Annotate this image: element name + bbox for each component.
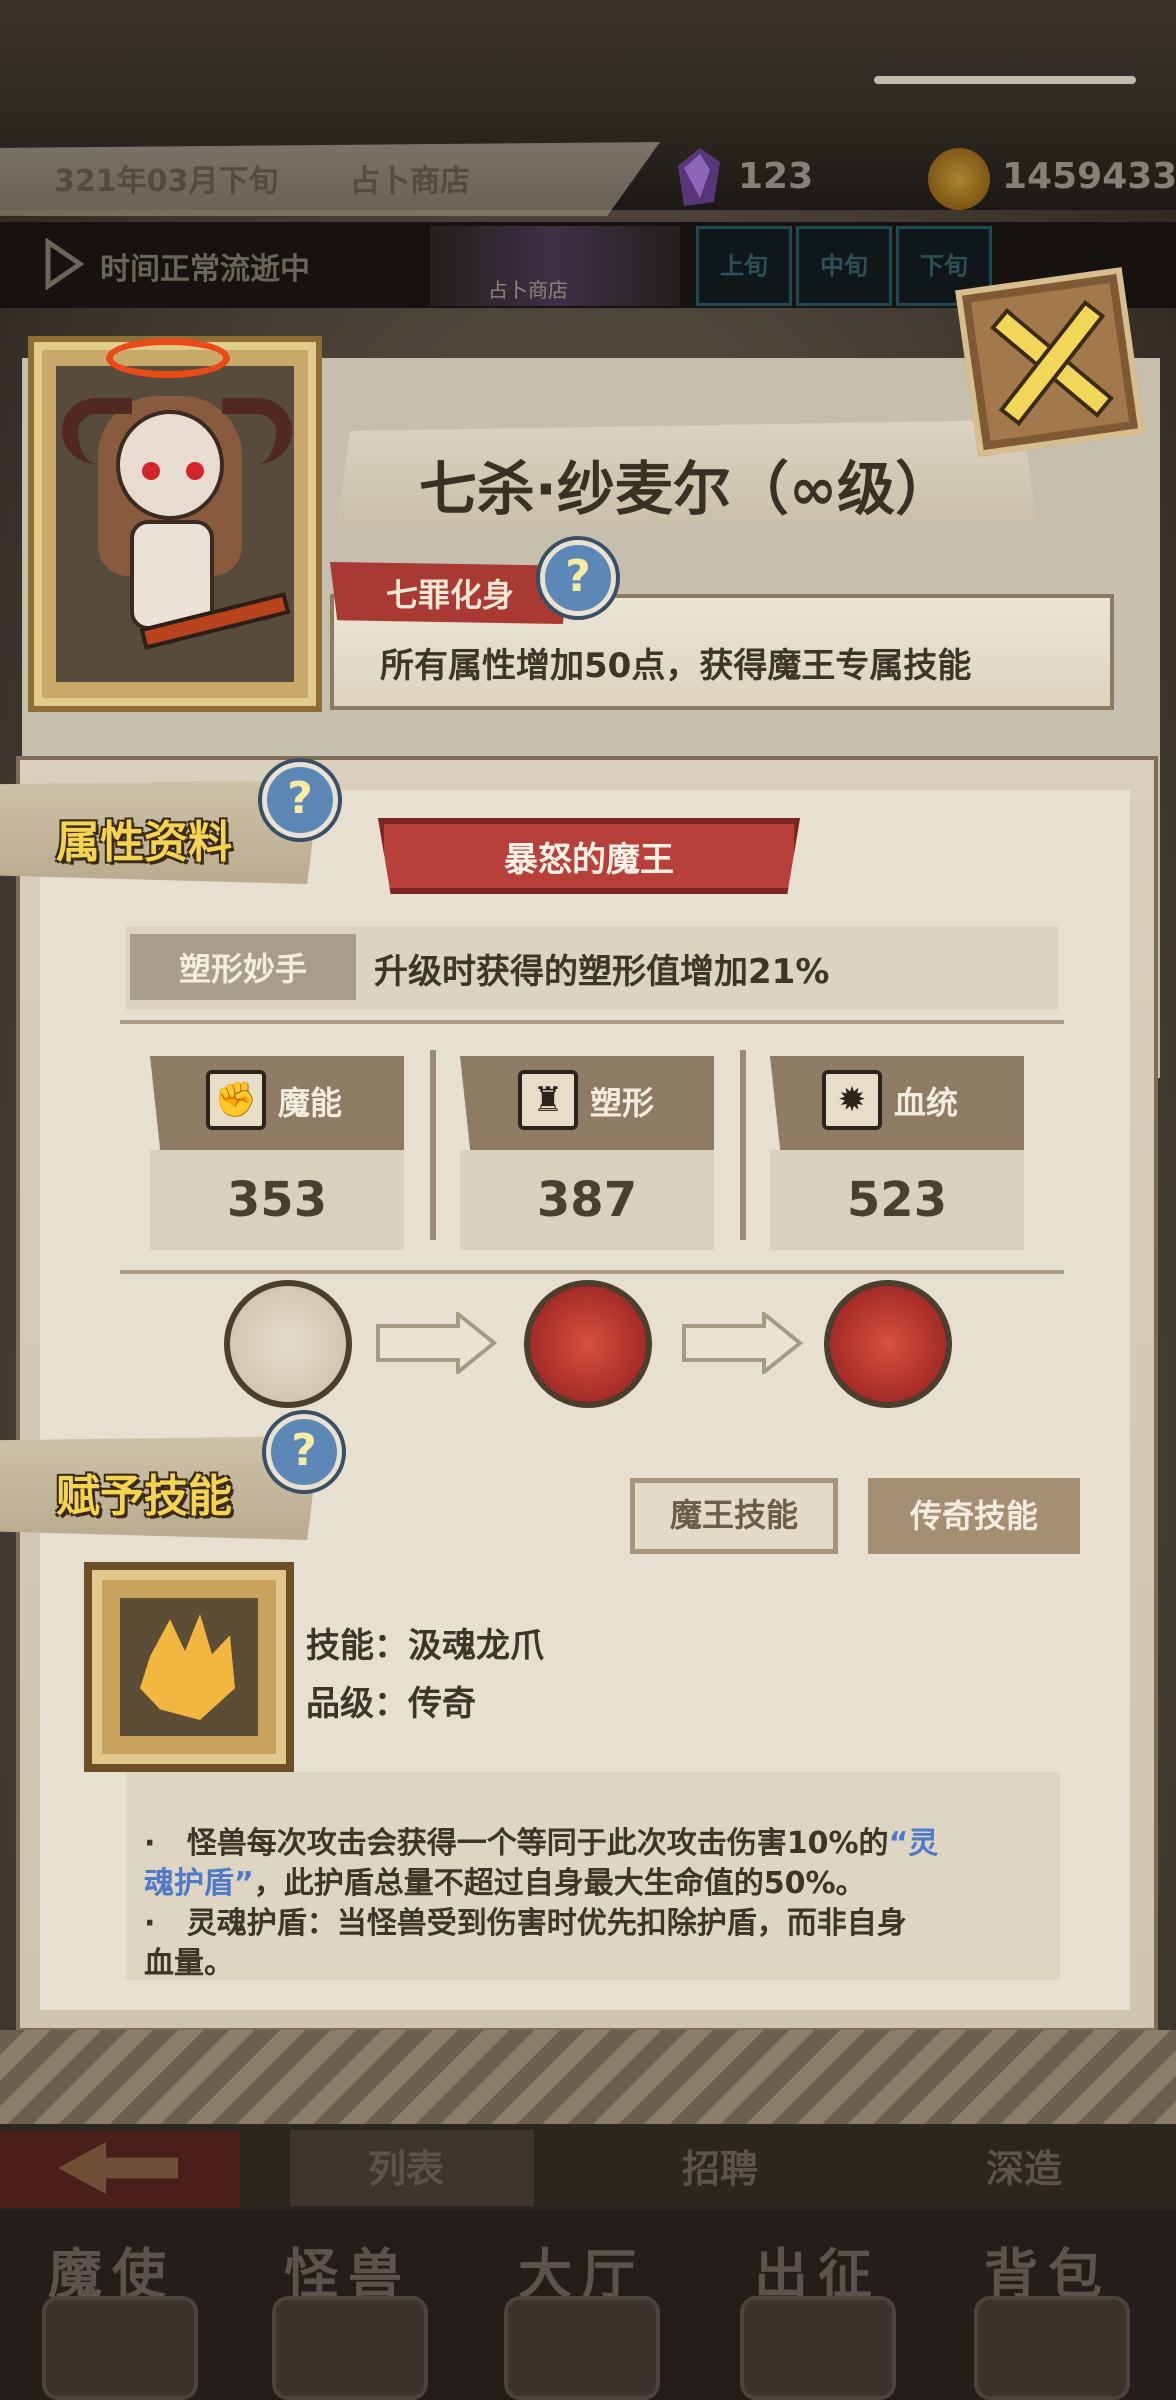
- bullet: ·: [144, 1826, 156, 1861]
- muscle-body-icon: ♜: [518, 1070, 578, 1130]
- desc-text: 灵魂护盾：当怪兽受到伤害时优先扣除护盾，而非自身: [186, 1906, 907, 1941]
- magic-fist-icon: ✊: [206, 1070, 266, 1130]
- right-horn: [222, 398, 292, 464]
- sin-tag-label: 七罪化身: [385, 576, 514, 614]
- skill-desc-line-4: 血量。: [144, 1938, 234, 1982]
- trait-description: 升级时获得的塑形值增加21%: [374, 952, 830, 992]
- stat-divider: [430, 1050, 436, 1240]
- time-status-text: 时间正常流逝中: [100, 252, 310, 287]
- trait-tag-label: 塑形妙手: [178, 950, 307, 988]
- status-indicator-line: [874, 76, 1136, 84]
- red-demon-face-icon[interactable]: [824, 1280, 952, 1408]
- current-location: 占卜商店: [350, 164, 470, 199]
- character-name: 七杀·纱麦尔（∞级）: [418, 455, 954, 523]
- hooded-figure-icon[interactable]: [224, 1280, 352, 1408]
- sin-help-icon[interactable]: ?: [540, 540, 616, 616]
- soul-shield-highlight: 魂护盾”: [144, 1866, 254, 1901]
- desc-text: 血量。: [144, 1946, 234, 1981]
- period-early-button[interactable]: 上旬: [696, 226, 792, 306]
- skull-icon[interactable]: [42, 2296, 198, 2400]
- monster-face-icon[interactable]: [272, 2296, 428, 2400]
- stat-label-bloodline: 血统: [894, 1084, 959, 1122]
- right-eye: [186, 462, 204, 480]
- stat-value-magic: 353: [226, 1172, 328, 1228]
- soul-shield-highlight: “灵: [888, 1826, 939, 1861]
- period-mid-button[interactable]: 中旬: [796, 226, 892, 306]
- crystal-icon: [678, 148, 720, 206]
- attributes-help-icon[interactable]: ?: [262, 762, 338, 838]
- stat-divider: [740, 1050, 746, 1240]
- subnav-list[interactable]: 列表: [368, 2138, 444, 2193]
- stat-label-shape: 塑形: [590, 1084, 655, 1122]
- subnav-recruit[interactable]: 招聘: [682, 2138, 758, 2193]
- shop-thumbnail-label: 占卜商店: [488, 278, 568, 302]
- skill-desc-line-3: · 灵魂护盾：当怪兽受到伤害时优先扣除护盾，而非自身: [144, 1898, 907, 1942]
- coin-count: 1459433: [1002, 156, 1176, 197]
- beast-icon[interactable]: [740, 2296, 896, 2400]
- left-eye: [142, 462, 160, 480]
- evolution-arrow-icon: [682, 1312, 804, 1374]
- crystal-count: 123: [738, 156, 814, 197]
- hall-icon[interactable]: [504, 2296, 660, 2400]
- demon-title: 暴怒的魔王: [504, 840, 674, 880]
- skill-desc-line-2: 魂护盾”，此护盾总量不超过自身最大生命值的50%。: [144, 1858, 866, 1902]
- legend-skill-tab[interactable]: 传奇技能: [868, 1478, 1080, 1554]
- backpack-icon[interactable]: [974, 2296, 1130, 2400]
- skill-name: 技能：汲魂龙爪: [306, 1626, 544, 1666]
- stat-header-magic: [150, 1056, 404, 1150]
- skills-help-icon[interactable]: ?: [266, 1414, 342, 1490]
- sin-description: 所有属性增加50点，获得魔王专属技能: [380, 646, 972, 686]
- bullet: ·: [144, 1906, 156, 1941]
- stat-value-shape: 387: [536, 1172, 638, 1228]
- red-demon-face-icon[interactable]: [524, 1280, 652, 1408]
- skill-desc-line-1: · 怪兽每次攻击会获得一个等同于此次攻击伤害10%的“灵: [144, 1818, 938, 1862]
- subnav-training[interactable]: 深造: [986, 2138, 1062, 2193]
- play-icon[interactable]: [44, 238, 84, 290]
- evolution-arrow-icon: [376, 1312, 498, 1374]
- desc-text: ，此护盾总量不超过自身最大生命值的50%。: [253, 1866, 866, 1901]
- stat-header-shape: [460, 1056, 714, 1150]
- bloodline-burst-icon: ✹: [822, 1070, 882, 1130]
- decorative-band: [0, 2030, 1176, 2126]
- skill-grade: 品级：传奇: [306, 1684, 476, 1724]
- stat-label-magic: 魔能: [278, 1084, 343, 1122]
- halo-icon: [106, 338, 230, 378]
- desc-text: 怪兽每次攻击会获得一个等同于此次攻击伤害10%的: [186, 1826, 889, 1861]
- stat-value-bloodline: 523: [846, 1172, 948, 1228]
- gold-coin-icon: [928, 148, 990, 210]
- game-date: 321年03月下旬: [54, 164, 279, 199]
- character-head: [116, 410, 224, 520]
- attributes-section-title: 属性资料: [56, 817, 232, 868]
- skills-section-title: 赋予技能: [56, 1471, 232, 1522]
- demon-skill-tab[interactable]: 魔王技能: [630, 1478, 838, 1554]
